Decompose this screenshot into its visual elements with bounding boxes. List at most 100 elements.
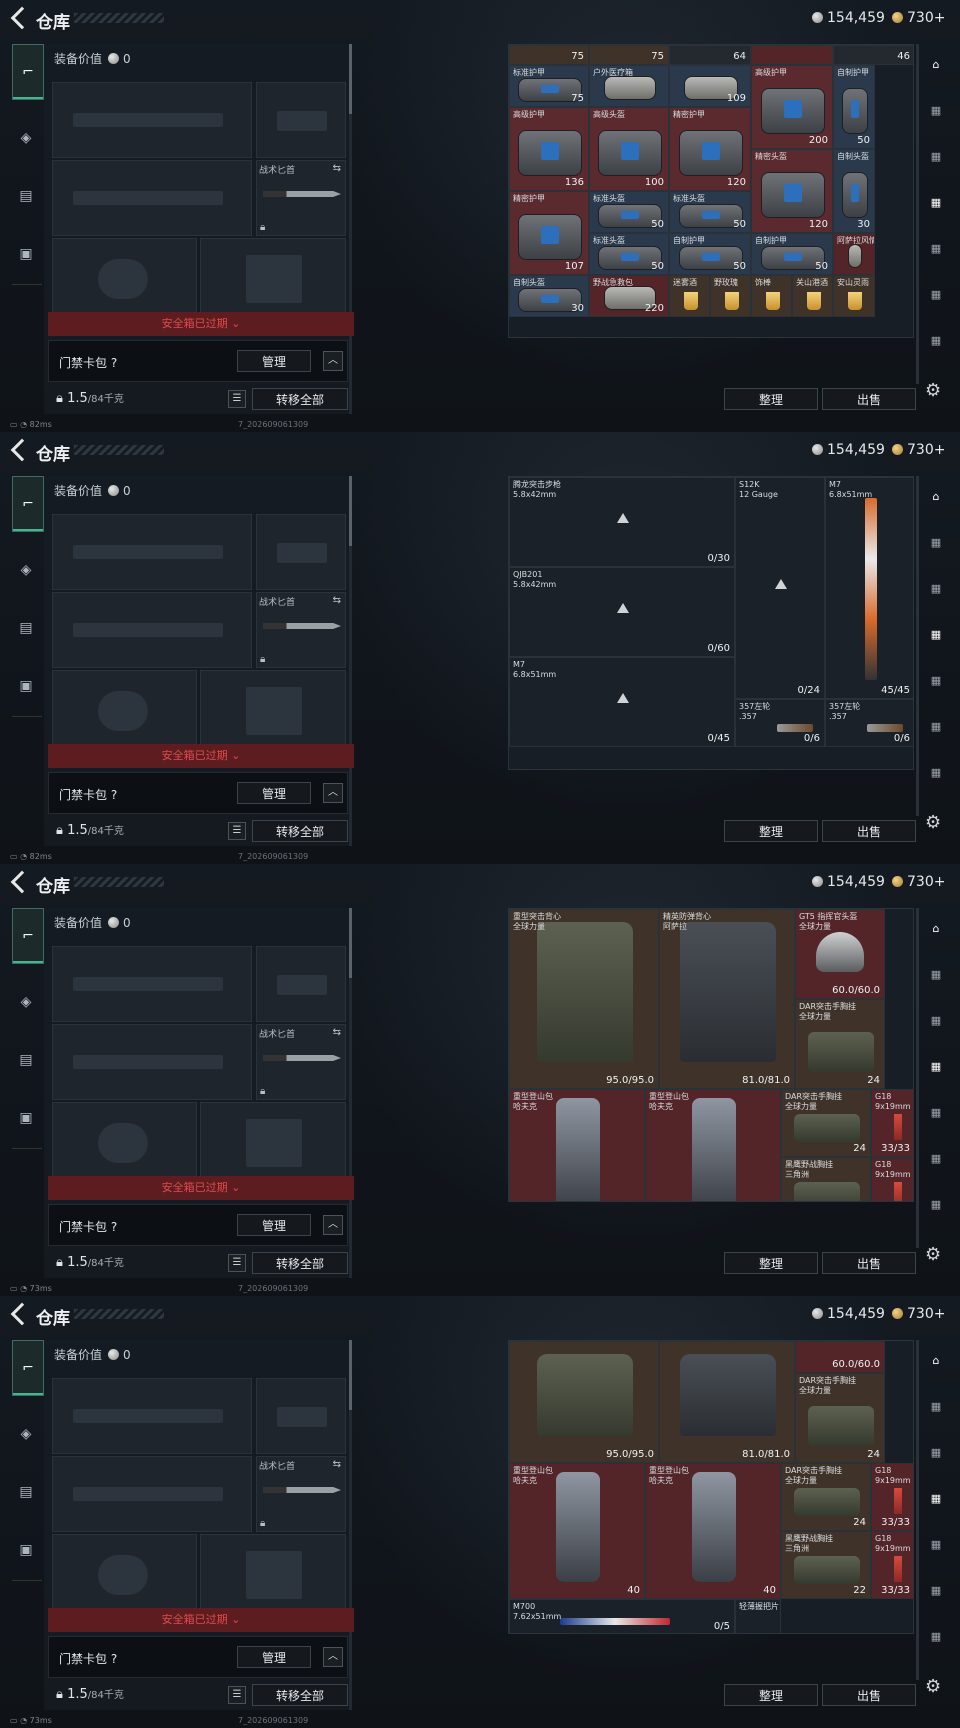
secondary-weapon-slot[interactable] xyxy=(52,1024,252,1100)
primary-weapon-slot[interactable] xyxy=(52,946,252,1022)
warehouse-6-icon[interactable]: ▦ xyxy=(924,334,948,354)
grid-item[interactable]: DAR突击手胸挂 全球力量 24 xyxy=(795,1373,885,1463)
safe-box-expired-banner[interactable]: 安全箱已过期 ⌄ xyxy=(48,1608,354,1632)
secondary-weapon-slot[interactable] xyxy=(52,592,252,668)
grid-item[interactable]: 64 xyxy=(669,45,751,65)
chevron-up-icon[interactable]: ︿ xyxy=(323,1647,343,1667)
grid-item[interactable]: 重型登山包 哈夫克40 xyxy=(645,1463,781,1599)
warehouse-5-icon[interactable]: ▦ xyxy=(924,1152,948,1172)
helmet-slot[interactable] xyxy=(52,1534,197,1610)
grid-item[interactable]: G18 9x19mm 33/33 xyxy=(871,1463,913,1531)
equipment-scrollbar[interactable] xyxy=(349,1340,352,1710)
grid-item[interactable]: 精密护甲 107 xyxy=(509,191,589,275)
chevron-up-icon[interactable]: ︿ xyxy=(323,351,343,371)
grid-item[interactable]: 黑鹰野战胸挂 三角洲 xyxy=(781,1157,871,1201)
pistol-slot[interactable] xyxy=(256,514,346,590)
chevron-up-icon[interactable]: ︿ xyxy=(323,783,343,803)
armor-slot[interactable] xyxy=(200,670,346,746)
swap-icon[interactable]: ⇆ xyxy=(333,1027,341,1038)
grid-item[interactable]: 自制护甲 50 xyxy=(669,233,751,275)
grid-item[interactable]: 野玫瑰 xyxy=(710,275,751,317)
grid-item[interactable]: 精密头盔 120 xyxy=(751,149,833,233)
grid-item[interactable]: 野战急救包 220 xyxy=(589,275,669,317)
list-icon[interactable]: ☰ xyxy=(228,1254,246,1272)
tab-bags[interactable]: ▣ xyxy=(12,1536,40,1564)
grid-item[interactable]: 109 xyxy=(669,65,751,107)
warehouse-4-icon[interactable]: ▦ xyxy=(924,674,948,694)
tab-bags[interactable]: ▣ xyxy=(12,672,40,700)
warehouse-3-icon[interactable]: ▦ xyxy=(924,196,948,216)
grid-item[interactable] xyxy=(751,45,833,65)
grid-item[interactable]: 标准头盔 50 xyxy=(589,233,669,275)
warehouse-3-icon[interactable]: ▦ xyxy=(924,1060,948,1080)
warehouse-1-icon[interactable]: ▦ xyxy=(924,104,948,124)
warehouse-home-icon[interactable]: ⌂ xyxy=(924,1354,948,1374)
warehouse-1-icon[interactable]: ▦ xyxy=(924,536,948,556)
armor-slot[interactable] xyxy=(200,1102,346,1178)
warehouse-3-icon[interactable]: ▦ xyxy=(924,1492,948,1512)
chevron-up-icon[interactable]: ︿ xyxy=(323,1215,343,1235)
grid-item[interactable]: 高级护甲 200 xyxy=(751,65,833,149)
list-icon[interactable]: ☰ xyxy=(228,1686,246,1704)
tab-consumables[interactable]: ▤ xyxy=(12,1478,40,1506)
melee-slot[interactable]: 战术匕首 ⇆ 🔒︎ xyxy=(256,160,346,236)
warehouse-4-icon[interactable]: ▦ xyxy=(924,1106,948,1126)
gold-currency[interactable]: 730+ xyxy=(892,442,945,458)
tab-weapons[interactable]: ⌐ xyxy=(12,908,44,964)
grid-item[interactable]: G18 9x19mm 33/33 xyxy=(871,1531,913,1599)
sort-button[interactable]: 整理 xyxy=(724,820,818,842)
warehouse-4-icon[interactable]: ▦ xyxy=(924,1538,948,1558)
tab-consumables[interactable]: ▤ xyxy=(12,1046,40,1074)
primary-weapon-slot[interactable] xyxy=(52,514,252,590)
warehouse-6-icon[interactable]: ▦ xyxy=(924,1198,948,1218)
grid-item[interactable]: 357左轮 .357 0/6 xyxy=(735,699,825,747)
grid-item[interactable]: 安山灵雨 xyxy=(833,275,875,317)
warehouse-6-icon[interactable]: ▦ xyxy=(924,766,948,786)
grid-item[interactable]: 高级头盔 100 xyxy=(589,107,669,191)
gear-icon[interactable]: ⚙ xyxy=(925,1676,941,1697)
help-icon[interactable]: ? xyxy=(111,788,117,802)
melee-slot[interactable]: 战术匕首 ⇆ 🔒︎ xyxy=(256,1024,346,1100)
tab-bags[interactable]: ▣ xyxy=(12,1104,40,1132)
primary-weapon-slot[interactable] xyxy=(52,1378,252,1454)
grid-item[interactable]: 60.0/60.0 xyxy=(795,1341,885,1373)
helmet-slot[interactable] xyxy=(52,1102,197,1178)
grid-item[interactable]: 轻薄握把片 xyxy=(735,1599,781,1633)
grid-item[interactable]: 357左轮 .357 0/6 xyxy=(825,699,913,747)
list-icon[interactable]: ☰ xyxy=(228,822,246,840)
warehouse-2-icon[interactable]: ▦ xyxy=(924,582,948,602)
transfer-all-button[interactable]: 转移全部 xyxy=(252,1684,348,1706)
pistol-slot[interactable] xyxy=(256,82,346,158)
grid-item[interactable]: 重型登山包 哈夫克40 xyxy=(645,1089,781,1201)
grid-item[interactable]: 阿萨拉风情 xyxy=(833,233,875,275)
grid-item[interactable]: 重型登山包 哈夫克40 xyxy=(509,1463,645,1599)
sell-button[interactable]: 出售 xyxy=(822,1252,916,1274)
warehouse-4-icon[interactable]: ▦ xyxy=(924,242,948,262)
manage-button[interactable]: 管理 xyxy=(237,350,311,372)
warehouse-5-icon[interactable]: ▦ xyxy=(924,720,948,740)
grid-item[interactable]: 75 xyxy=(589,45,669,65)
grid-item[interactable]: 重型突击背心 全球力量 95.0/95.0 xyxy=(509,909,659,1089)
armor-slot[interactable] xyxy=(200,1534,346,1610)
sell-button[interactable]: 出售 xyxy=(822,1684,916,1706)
pistol-slot[interactable] xyxy=(256,1378,346,1454)
grid-item[interactable]: G18 9x19mm 33/33 xyxy=(871,1089,913,1157)
sell-button[interactable]: 出售 xyxy=(822,388,916,410)
equipment-scrollbar[interactable] xyxy=(349,44,352,414)
grid-item[interactable]: 饰棒 xyxy=(751,275,792,317)
manage-button[interactable]: 管理 xyxy=(237,1214,311,1236)
grid-item[interactable]: 精密护甲 120 xyxy=(669,107,751,191)
grid-item[interactable]: S12K 12 Gauge 0/24 xyxy=(735,477,825,699)
tab-consumables[interactable]: ▤ xyxy=(12,614,40,642)
melee-slot[interactable]: 战术匕首 ⇆ 🔒︎ xyxy=(256,592,346,668)
tab-armor[interactable]: ◈ xyxy=(12,556,40,584)
warehouse-home-icon[interactable]: ⌂ xyxy=(924,490,948,510)
grid-item[interactable]: 75 xyxy=(509,45,589,65)
safe-box-expired-banner[interactable]: 安全箱已过期 ⌄ xyxy=(48,1176,354,1200)
warehouse-6-icon[interactable]: ▦ xyxy=(924,1630,948,1650)
gold-currency[interactable]: 730+ xyxy=(892,10,945,26)
warehouse-home-icon[interactable]: ⌂ xyxy=(924,58,948,78)
pistol-slot[interactable] xyxy=(256,946,346,1022)
manage-button[interactable]: 管理 xyxy=(237,1646,311,1668)
equipment-scrollbar[interactable] xyxy=(349,476,352,846)
